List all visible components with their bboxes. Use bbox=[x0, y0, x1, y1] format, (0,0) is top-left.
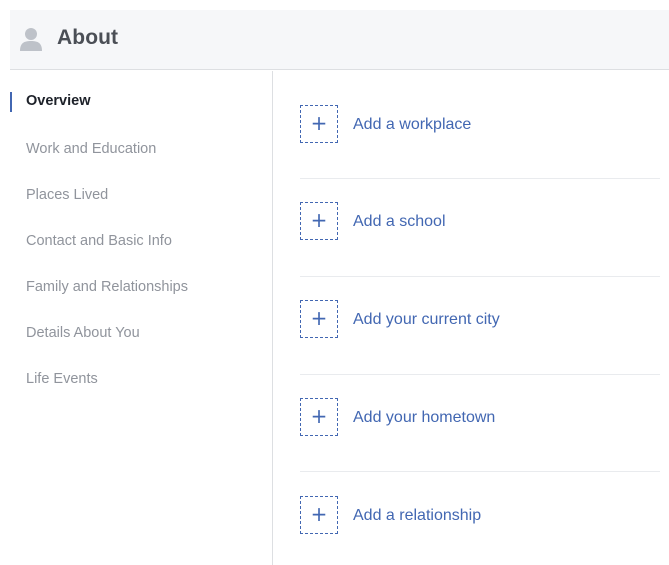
add-current-city-row[interactable]: + Add your current city bbox=[300, 277, 660, 374]
plus-icon: + bbox=[310, 404, 328, 428]
add-workplace-link[interactable]: Add a workplace bbox=[353, 116, 471, 134]
add-box[interactable]: + bbox=[300, 300, 338, 338]
about-page: About Overview Work and Education Places… bbox=[0, 0, 669, 565]
page-title: About bbox=[57, 26, 119, 49]
sidebar-item-life-events[interactable]: Life Events bbox=[26, 371, 98, 387]
add-box[interactable]: + bbox=[300, 105, 338, 143]
active-indicator bbox=[10, 92, 12, 112]
person-icon bbox=[20, 27, 42, 51]
plus-icon: + bbox=[310, 306, 328, 330]
about-sidebar: Overview Work and Education Places Lived… bbox=[10, 71, 273, 565]
about-header: About bbox=[10, 10, 669, 70]
add-school-row[interactable]: + Add a school bbox=[300, 179, 660, 276]
sidebar-item-contact-and-basic-info[interactable]: Contact and Basic Info bbox=[26, 233, 172, 249]
add-relationship-link[interactable]: Add a relationship bbox=[353, 507, 481, 525]
add-box[interactable]: + bbox=[300, 202, 338, 240]
overview-content: + Add a workplace + Add a school + Add y… bbox=[274, 71, 669, 565]
add-current-city-link[interactable]: Add your current city bbox=[353, 311, 500, 329]
sidebar-item-family-and-relationships[interactable]: Family and Relationships bbox=[26, 279, 188, 295]
plus-icon: + bbox=[310, 502, 328, 526]
sidebar-item-details-about-you[interactable]: Details About You bbox=[26, 325, 140, 341]
add-box[interactable]: + bbox=[300, 496, 338, 534]
plus-icon: + bbox=[310, 111, 328, 135]
add-box[interactable]: + bbox=[300, 398, 338, 436]
sidebar-item-work-and-education[interactable]: Work and Education bbox=[26, 141, 156, 157]
add-workplace-row[interactable]: + Add a workplace bbox=[300, 71, 660, 168]
add-hometown-link[interactable]: Add your hometown bbox=[353, 409, 495, 427]
plus-icon: + bbox=[310, 208, 328, 232]
sidebar-item-overview[interactable]: Overview bbox=[26, 93, 91, 109]
add-school-link[interactable]: Add a school bbox=[353, 213, 446, 231]
add-relationship-row[interactable]: + Add a relationship bbox=[300, 472, 660, 565]
add-hometown-row[interactable]: + Add your hometown bbox=[300, 375, 660, 472]
sidebar-item-places-lived[interactable]: Places Lived bbox=[26, 187, 108, 203]
